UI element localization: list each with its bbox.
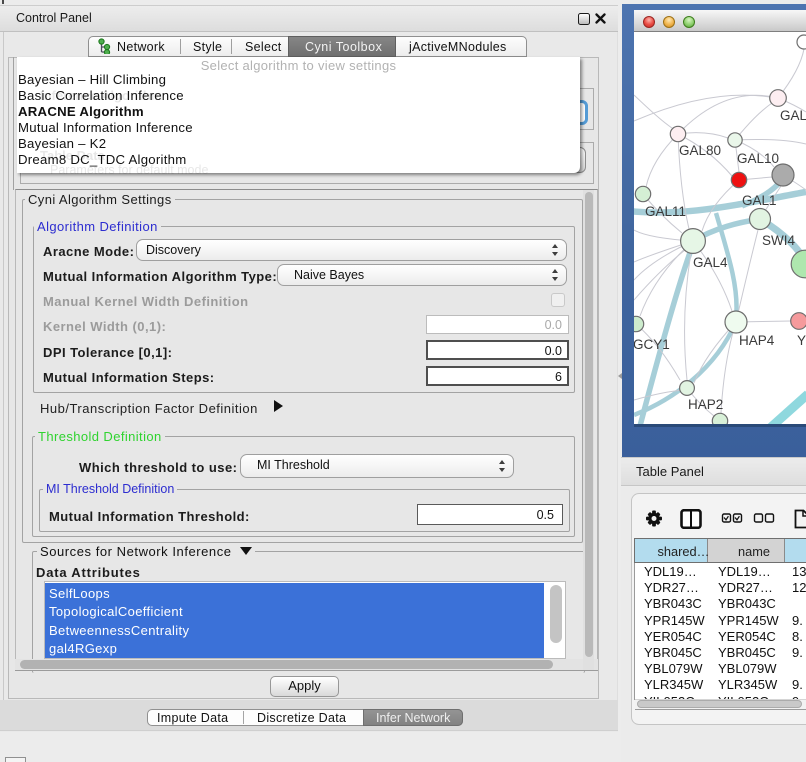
svg-text:GAL1: GAL1	[742, 193, 777, 208]
svg-text:GAL4: GAL4	[693, 255, 728, 270]
svg-text:GCY1: GCY1	[634, 337, 670, 352]
svg-text:GAL80: GAL80	[679, 143, 721, 158]
svg-text:HAP4: HAP4	[739, 333, 775, 348]
svg-text:SWI4: SWI4	[762, 233, 795, 248]
svg-text:YM: YM	[797, 333, 806, 348]
svg-text:GAL10: GAL10	[737, 151, 779, 166]
svg-text:HAP2: HAP2	[688, 397, 723, 412]
svg-text:GAL7: GAL7	[780, 108, 806, 123]
svg-text:GAL11: GAL11	[645, 204, 686, 219]
